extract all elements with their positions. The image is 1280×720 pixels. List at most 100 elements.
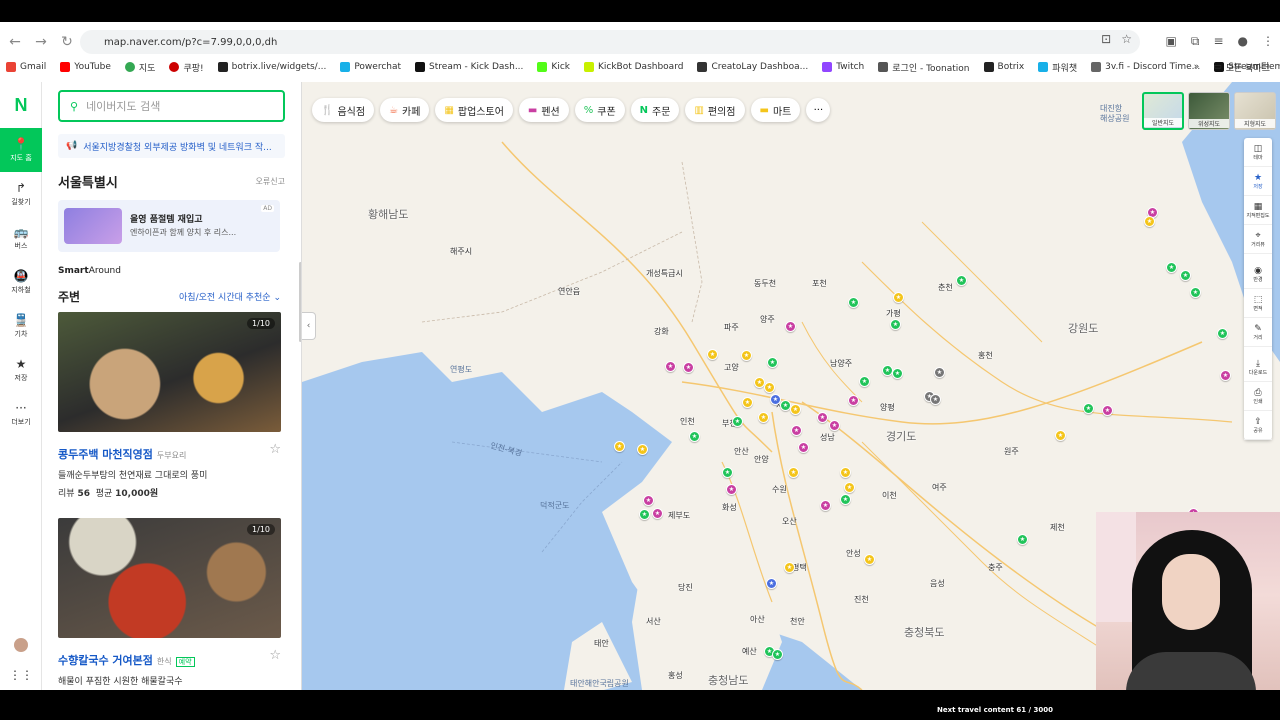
map-pin[interactable]: ★ [652,508,663,519]
bookmarks-overflow-icon[interactable]: » [1194,62,1200,72]
map-pin[interactable]: ★ [772,649,783,660]
map-pin[interactable]: ★ [689,431,700,442]
download-tool[interactable]: ⤓ 다운로드 [1244,353,1272,382]
category-more-button[interactable]: ··· [806,98,831,122]
nav-subway[interactable]: 🚇 지하철 [0,260,42,304]
map-pin[interactable]: ★ [859,376,870,387]
bookmark-botrix[interactable]: Botrix [983,62,1024,72]
category-order[interactable]: N 주문 [630,98,680,122]
bookmark-creatolay[interactable]: CreatoLay Dashboa... [697,62,808,72]
map-pin[interactable]: ★ [1102,405,1113,416]
map-pin[interactable]: ★ [785,321,796,332]
map-pin[interactable]: ★ [820,500,831,511]
user-avatar[interactable] [0,630,42,660]
nav-train[interactable]: 🚆 기차 [0,304,42,348]
panel-collapse-button[interactable]: ‹ [302,312,316,340]
map-pin[interactable]: ★ [840,467,851,478]
nav-map-home[interactable]: 📍 지도 홈 [0,128,42,172]
nav-directions[interactable]: ↱ 길찾기 [0,172,42,216]
bookmark-kick-dashboard[interactable]: Stream - Kick Dash... [415,62,523,72]
bookmark-youtube[interactable]: YouTube [60,62,111,72]
bookmark-botrix-widgets[interactable]: botrix.live/widgets/... [217,62,326,72]
map-pin[interactable]: ★ [1017,534,1028,545]
map-pin[interactable]: ★ [829,420,840,431]
naver-logo[interactable]: N [0,82,42,128]
browser-menu-icon[interactable]: ⋮ [1262,34,1274,49]
map-pin[interactable]: ★ [890,319,901,330]
nav-bus[interactable]: 🚌 버스 [0,216,42,260]
map-pin[interactable]: ★ [766,578,777,589]
map-type-terrain[interactable]: 지형지도 [1234,92,1276,130]
map-type-normal[interactable]: 일반지도 [1142,92,1184,130]
map-pin[interactable]: ★ [790,404,801,415]
map-pin[interactable]: ★ [722,467,733,478]
place-photo[interactable]: 1/10 [58,518,281,638]
category-pension[interactable]: ▬ 펜션 [518,98,569,122]
print-tool[interactable]: ⎙ 인쇄 [1244,382,1272,411]
map-pin[interactable]: ★ [956,275,967,286]
category-mart[interactable]: ▬ 마트 [750,98,801,122]
bookmark-coupang[interactable]: 쿠팡! [169,61,204,74]
map-pin[interactable]: ★ [1220,370,1231,381]
nav-saved[interactable]: ★ 저장 [0,348,42,392]
map-pin[interactable]: ★ [741,350,752,361]
back-icon[interactable]: ← [4,31,26,53]
bookmark-kickbot[interactable]: KickBot Dashboard [583,62,683,72]
map-pin[interactable]: ★ [784,562,795,573]
map-pin[interactable]: ★ [893,292,904,303]
forward-icon[interactable]: → [30,31,52,53]
map-pin[interactable]: ★ [637,444,648,455]
save-star-icon[interactable]: ☆ [269,442,281,457]
map-pin[interactable]: ★ [732,416,743,427]
map-pin[interactable]: ★ [1055,430,1066,441]
category-popup-store[interactable]: ▦ 팝업스토어 [435,98,513,122]
address-bar[interactable]: map.naver.com/p?c=7.99,0,0,0,dh ⊡ ☆ [80,30,1140,54]
bookmark-gmail[interactable]: Gmail [6,62,46,72]
street-view-tool[interactable]: ⌖ 거리뷰 [1244,225,1272,254]
map-pin[interactable]: ★ [844,482,855,493]
map-pin[interactable]: ★ [639,509,650,520]
save-star-icon[interactable]: ☆ [269,648,281,663]
area-tool[interactable]: ⬚ 면적 [1244,289,1272,318]
map-pin[interactable]: ★ [764,382,775,393]
bookmark-powerchat-kr[interactable]: 파워챗 [1038,61,1077,74]
map-pin[interactable]: ★ [614,441,625,452]
nav-more[interactable]: ··· 더보기 [0,392,42,436]
category-convenience[interactable]: ▥ 편의점 [685,98,745,122]
apps-grid-button[interactable]: ⋮⋮ [0,660,42,690]
map-pin[interactable]: ★ [848,395,859,406]
map-pin[interactable]: ★ [788,467,799,478]
bookmark-maps[interactable]: 지도 [124,61,155,74]
map-type-satellite[interactable]: 위성지도 [1188,92,1230,130]
map-pin[interactable]: ★ [892,368,903,379]
bookmark-twitch[interactable]: Twitch [822,62,864,72]
install-app-icon[interactable]: ⊡ [1101,32,1111,46]
map-pin[interactable]: ★ [643,495,654,506]
bookmark-3vfi[interactable]: 3v.fi - Discord Time... [1091,62,1200,72]
map-pin[interactable]: ★ [683,362,694,373]
ad-banner[interactable]: 올영 품절템 재입고 엔하이픈과 함께 양치 후 리스... AD [58,200,280,252]
map-pin[interactable]: ★ [848,297,859,308]
distance-tool[interactable]: ✎ 거리 [1244,318,1272,347]
map-pin[interactable]: ★ [1166,262,1177,273]
map-pin[interactable]: ★ [930,394,941,405]
map-pin[interactable]: ★ [707,349,718,360]
map-pin[interactable]: ★ [665,361,676,372]
search-input[interactable]: ⚲ 네이버지도 검색 [58,90,285,122]
map-pin[interactable]: ★ [1180,270,1191,281]
theme-tool[interactable]: ◫ 테마 [1244,138,1272,167]
all-bookmarks-folder[interactable]: ▭ 모든 북마크 [1213,61,1270,74]
map-pin[interactable]: ★ [934,367,945,378]
time-sort-dropdown[interactable]: 아침/오전 시간대 추천순 ⌄ [179,290,281,303]
map-pin[interactable]: ★ [791,425,802,436]
bookmark-star-icon[interactable]: ☆ [1121,32,1132,46]
category-coupon[interactable]: % 쿠폰 [574,98,625,122]
map-pin[interactable]: ★ [840,494,851,505]
map-pin[interactable]: ★ [864,554,875,565]
place-name-link[interactable]: 수향칼국수 거여본점 한식 예약 [58,652,195,668]
place-photo[interactable]: 1/10 [58,312,281,432]
map-pin[interactable]: ★ [726,484,737,495]
place-name-link[interactable]: 콩두주백 마천직영점 두부요리 [58,446,186,462]
puzzle-icon[interactable]: ⧉ [1191,34,1200,49]
map-pin[interactable]: ★ [758,412,769,423]
